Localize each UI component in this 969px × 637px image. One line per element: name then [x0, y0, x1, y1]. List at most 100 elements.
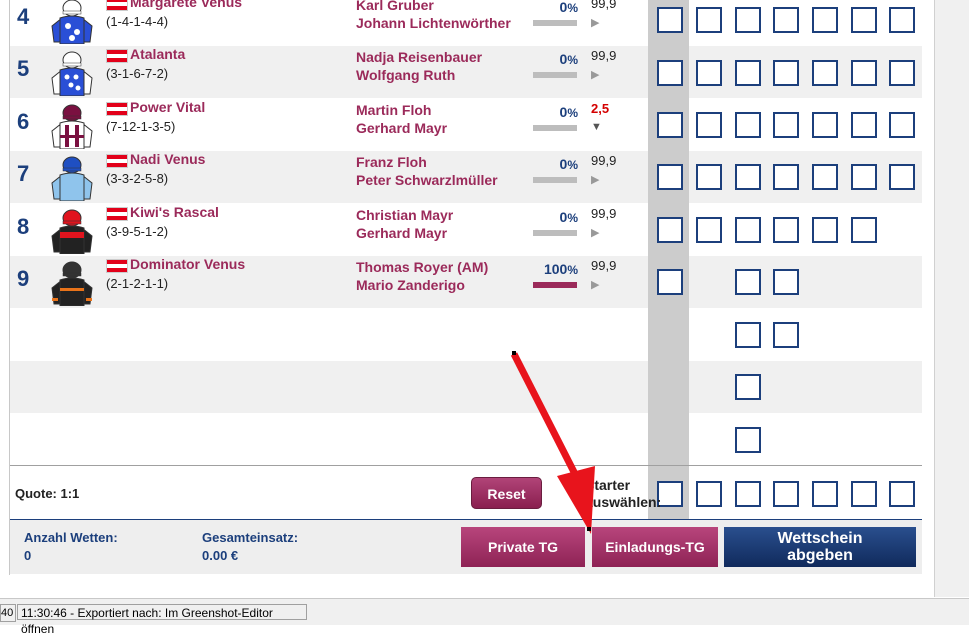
starter-select-checkbox[interactable]	[773, 481, 799, 507]
horse-form: (3-9-5-1-2)	[106, 224, 169, 239]
selection-checkbox[interactable]	[851, 217, 877, 243]
selection-checkbox[interactable]	[735, 60, 761, 86]
bet-share-bar	[533, 20, 577, 26]
selection-checkbox[interactable]	[812, 217, 838, 243]
trainer-name[interactable]: Wolfgang Ruth	[356, 66, 482, 84]
austria-flag-icon	[106, 102, 128, 116]
jockey-name[interactable]: Christian Mayr	[356, 206, 453, 224]
selection-checkbox[interactable]	[657, 60, 683, 86]
trainer-name[interactable]: Gerhard Mayr	[356, 224, 453, 242]
selection-checkbox[interactable]	[851, 112, 877, 138]
horse-name-link[interactable]: Nadi Venus	[130, 151, 205, 167]
jockey-silk-icon	[50, 48, 94, 97]
trainer-name[interactable]: Peter Schwarzlmüller	[356, 171, 498, 189]
selection-checkbox[interactable]	[696, 164, 722, 190]
bet-share-bar	[533, 230, 577, 236]
selection-checkbox[interactable]	[812, 164, 838, 190]
divider	[10, 465, 922, 466]
trainer-name[interactable]: Mario Zanderigo	[356, 276, 488, 294]
selection-checkbox[interactable]	[773, 112, 799, 138]
submit-bet-button[interactable]: Wettschein abgeben	[724, 527, 916, 567]
selection-checkbox[interactable]	[812, 112, 838, 138]
trend-down-icon: ▼	[591, 121, 602, 133]
selection-checkbox[interactable]	[657, 269, 683, 295]
selection-checkbox[interactable]	[696, 112, 722, 138]
starter-select-checkbox[interactable]	[851, 481, 877, 507]
starter-select-checkbox[interactable]	[812, 481, 838, 507]
selection-checkbox[interactable]	[735, 269, 761, 295]
percent-sign: %	[567, 158, 578, 172]
selection-checkbox[interactable]	[773, 217, 799, 243]
trainer-name[interactable]: Gerhard Mayr	[356, 119, 447, 137]
selection-checkbox[interactable]	[889, 112, 915, 138]
starter-select-checkbox[interactable]	[889, 481, 915, 507]
selection-checkbox[interactable]	[889, 164, 915, 190]
selection-checkbox[interactable]	[889, 60, 915, 86]
odds-value: 99,9	[591, 48, 617, 63]
selection-checkbox[interactable]	[735, 217, 761, 243]
bet-share-percent: 0%	[533, 209, 578, 225]
selection-checkbox[interactable]	[657, 7, 683, 33]
horse-name-link[interactable]: Dominator Venus	[130, 256, 245, 272]
invitation-tg-button[interactable]: Einladungs-TG	[592, 527, 718, 567]
selection-checkbox[interactable]	[735, 112, 761, 138]
bet-share-value: 100	[543, 261, 568, 277]
horse-name-link[interactable]: Power Vital	[130, 99, 205, 115]
selection-checkbox[interactable]	[889, 7, 915, 33]
jockey-name[interactable]: Nadja Reisenbauer	[356, 48, 482, 66]
starter-select-checkbox[interactable]	[735, 481, 761, 507]
horse-name-link[interactable]: Margarete Venus	[130, 0, 242, 10]
jockey-name[interactable]: Karl Gruber	[356, 0, 511, 14]
bet-share-bar	[533, 177, 577, 183]
selection-checkbox[interactable]	[696, 60, 722, 86]
total-stake-value: 0.00 €	[202, 548, 239, 563]
selection-checkbox[interactable]	[735, 7, 761, 33]
selection-checkbox[interactable]	[657, 112, 683, 138]
jockey-trainer: Thomas Royer (AM) Mario Zanderigo	[356, 258, 488, 294]
selection-checkbox[interactable]	[657, 164, 683, 190]
page: 4 Margarete Venus (1-4-1-4-4) Karl Gruber Jo…	[0, 0, 969, 636]
horse-form: (2-1-2-1-1)	[106, 276, 169, 291]
horse-form: (1-4-1-4-4)	[106, 14, 169, 29]
selection-checkbox[interactable]	[735, 322, 761, 348]
window-right-edge	[934, 0, 969, 597]
jockey-trainer: Martin Floh Gerhard Mayr	[356, 101, 447, 137]
status-cell-left: 40	[0, 604, 16, 622]
selection-checkbox[interactable]	[851, 60, 877, 86]
selection-checkbox[interactable]	[696, 217, 722, 243]
empty-row	[10, 361, 922, 413]
horse-form: (3-3-2-5-8)	[106, 171, 169, 186]
jockey-name[interactable]: Martin Floh	[356, 101, 447, 119]
percent-sign: %	[567, 106, 578, 120]
selection-checkbox[interactable]	[735, 374, 761, 400]
selection-checkbox[interactable]	[773, 269, 799, 295]
selection-checkbox[interactable]	[773, 60, 799, 86]
selection-checkbox[interactable]	[735, 427, 761, 453]
selection-checkbox[interactable]	[773, 164, 799, 190]
selection-checkbox[interactable]	[812, 7, 838, 33]
selection-checkbox[interactable]	[696, 7, 722, 33]
selection-checkbox[interactable]	[657, 217, 683, 243]
percent-sign: %	[567, 263, 578, 277]
selection-checkbox[interactable]	[812, 60, 838, 86]
trend-right-icon: ▶	[591, 174, 600, 186]
austria-flag-icon	[106, 207, 128, 221]
trend-right-icon: ▶	[591, 69, 600, 81]
jockey-name[interactable]: Franz Floh	[356, 153, 498, 171]
selection-checkbox[interactable]	[851, 7, 877, 33]
bet-share-percent: 0%	[533, 0, 578, 15]
selection-checkbox[interactable]	[851, 164, 877, 190]
selection-checkbox[interactable]	[773, 322, 799, 348]
jockey-name[interactable]: Thomas Royer (AM)	[356, 258, 488, 276]
odds-value: 99,9	[591, 206, 617, 221]
selection-checkbox[interactable]	[773, 7, 799, 33]
bet-count-value: 0	[24, 548, 32, 563]
horse-name-link[interactable]: Kiwi's Rascal	[130, 204, 219, 220]
trainer-name[interactable]: Johann Lichtenwörther	[356, 14, 511, 32]
horse-form: (7-12-1-3-5)	[106, 119, 176, 134]
starter-select-checkbox[interactable]	[696, 481, 722, 507]
bet-share-bar	[533, 125, 577, 131]
horse-name-link[interactable]: Atalanta	[130, 46, 185, 62]
selection-checkbox[interactable]	[735, 164, 761, 190]
jockey-silk-icon	[50, 101, 94, 150]
